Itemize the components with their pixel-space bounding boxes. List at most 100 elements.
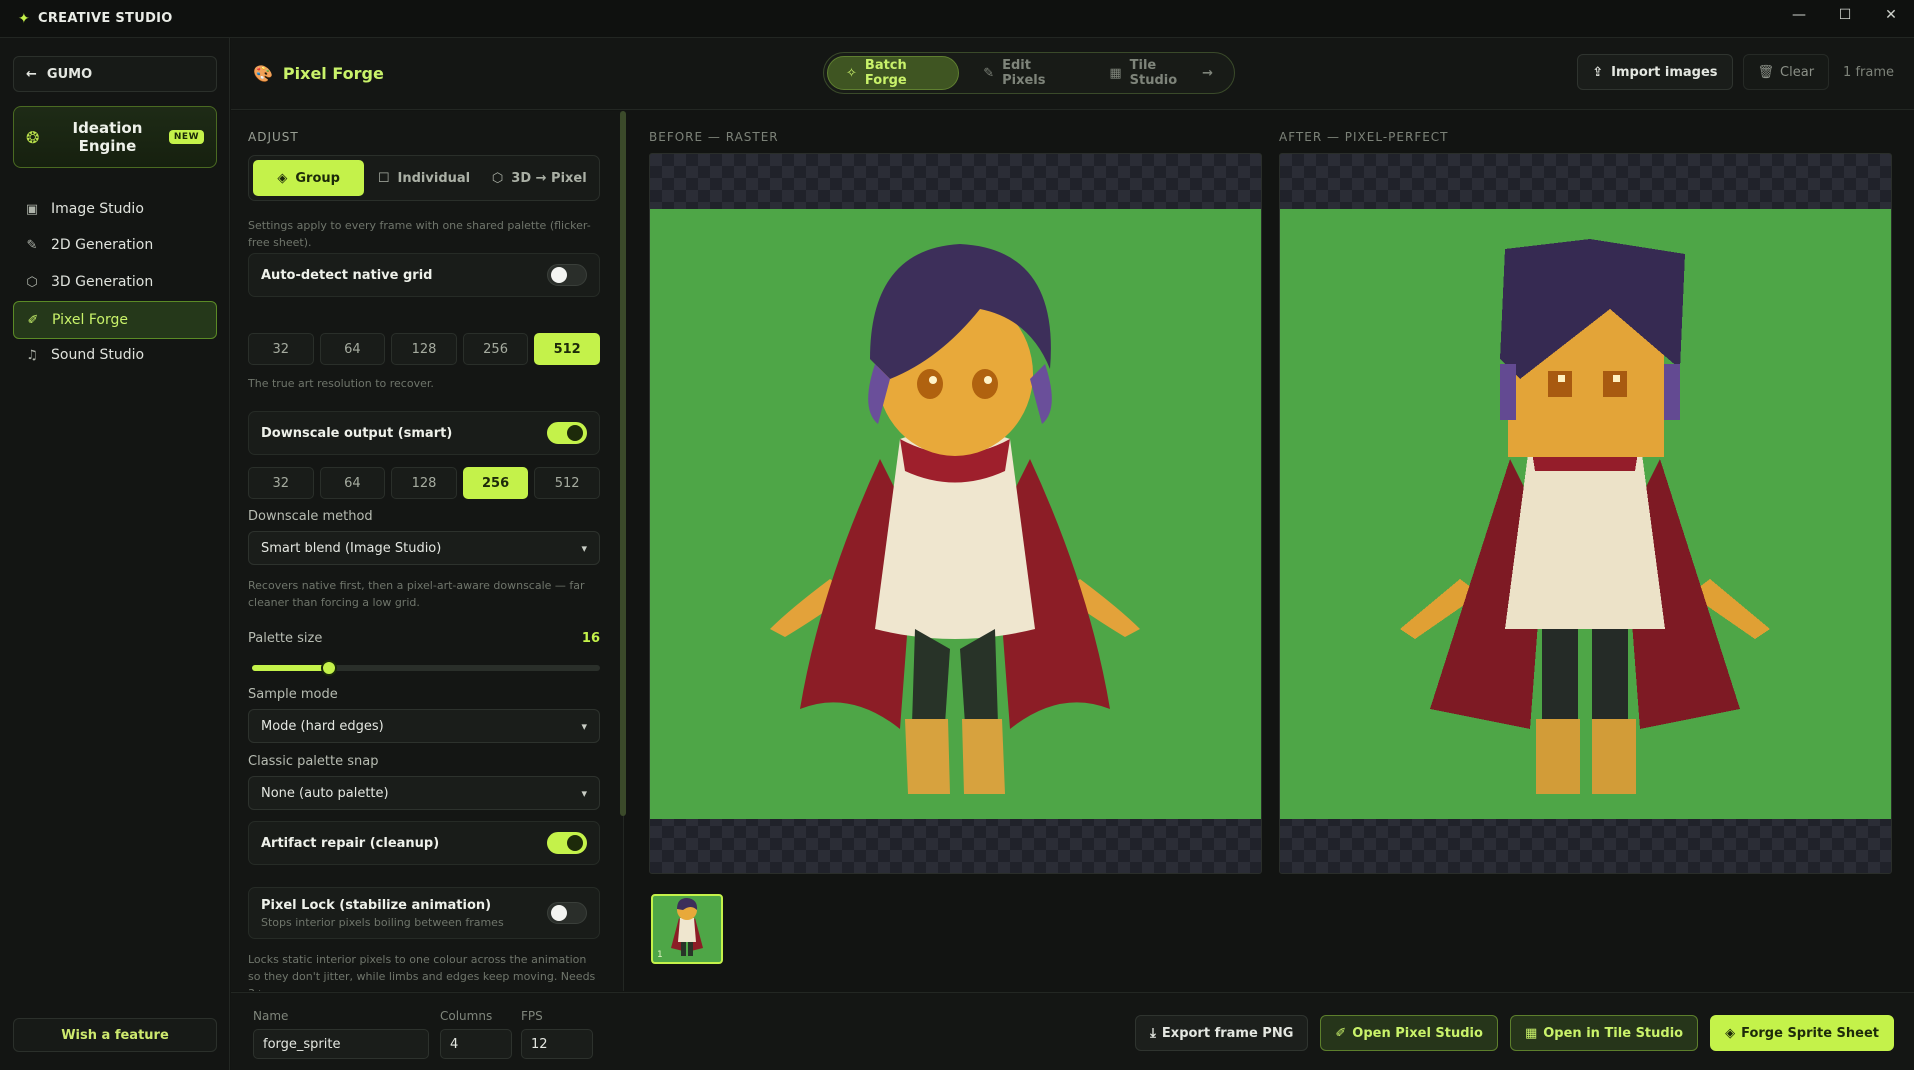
clear-button[interactable]: 🗑 Clear xyxy=(1742,54,1830,90)
sample-mode-select[interactable]: Mode (hard edges) ▾ xyxy=(248,709,600,743)
mode-individual[interactable]: ☐ Individual xyxy=(368,160,479,196)
adjust-mode-selector: ◈ Group ☐ Individual ⬡ 3D → Pixel xyxy=(248,155,600,201)
pixel-lock-toggle[interactable] xyxy=(547,902,587,924)
frame-thumbnail[interactable]: 1 xyxy=(651,894,723,964)
square-icon: ☐ xyxy=(377,170,390,186)
import-images-button[interactable]: ⇪ Import images xyxy=(1577,54,1733,90)
sidebar-item-image-studio[interactable]: ▣ Image Studio xyxy=(13,190,217,228)
wish-feature-button[interactable]: Wish a feature xyxy=(13,1018,217,1052)
ideation-engine-label: Ideation Engine xyxy=(72,119,143,155)
native-size-selector: 32 64 128 256 512 xyxy=(248,333,600,365)
frame-thumbnail-index: 1 xyxy=(657,950,663,960)
back-button-label: GUMO xyxy=(46,66,93,82)
tab-label: Batch Forge xyxy=(864,58,907,88)
sidebar-item-sound-studio[interactable]: ♫ Sound Studio xyxy=(13,336,217,374)
window-controls: — ☐ ✕ xyxy=(1776,0,1914,38)
downscale-size-32[interactable]: 32 xyxy=(248,467,314,499)
back-button[interactable]: ← GUMO xyxy=(13,56,217,92)
native-size-128[interactable]: 128 xyxy=(391,333,457,365)
columns-label: Columns xyxy=(440,1009,493,1023)
after-label: AFTER — PIXEL-PERFECT xyxy=(1279,130,1449,144)
after-image xyxy=(1280,209,1891,819)
downscale-method-select[interactable]: Smart blend (Image Studio) ▾ xyxy=(248,531,600,565)
after-canvas[interactable] xyxy=(1279,153,1892,874)
frame-count: 1 frame xyxy=(1843,64,1894,80)
native-size-512[interactable]: 512 xyxy=(534,333,600,365)
title-bar: ✦ CREATIVE STUDIO — ☐ ✕ xyxy=(0,0,1914,38)
native-size-256[interactable]: 256 xyxy=(462,333,529,365)
fps-input[interactable]: 12 xyxy=(521,1029,593,1059)
mode-3d-to-pixel[interactable]: ⬡ 3D → Pixel xyxy=(484,160,595,196)
brush-icon: ✐ xyxy=(27,312,39,328)
grid-icon: ▦ xyxy=(1524,1025,1538,1041)
artifact-repair-row: Artifact repair (cleanup) xyxy=(248,821,600,865)
adjust-section-label: ADJUST xyxy=(248,130,299,144)
chevron-down-icon: ▾ xyxy=(581,541,587,555)
tab-edit-pixels[interactable]: ✎ Edit Pixels xyxy=(965,56,1085,90)
palette-size-row: Palette size 16 xyxy=(248,631,600,677)
forge-sprite-sheet-label: Forge Sprite Sheet xyxy=(1741,1025,1879,1041)
adjust-panel: ADJUST ◈ Group ☐ Individual ⬡ 3D → Pixel… xyxy=(231,111,624,991)
native-size-32[interactable]: 32 xyxy=(248,333,314,365)
sparkle-icon: ✦ xyxy=(18,10,31,27)
auto-detect-row: Auto-detect native grid xyxy=(248,253,600,297)
palette-slider-thumb[interactable] xyxy=(320,660,337,676)
sidebar-item-2d-generation[interactable]: ✎ 2D Generation xyxy=(13,226,217,264)
palette-snap-select[interactable]: None (auto palette) ▾ xyxy=(248,776,600,810)
columns-input[interactable]: 4 xyxy=(440,1029,512,1059)
downscale-size-128[interactable]: 128 xyxy=(391,467,457,499)
export-bar: Name forge_sprite Columns 4 FPS 12 ⤓ Exp… xyxy=(231,992,1914,1070)
sample-mode-value: Mode (hard edges) xyxy=(261,718,384,734)
before-character-illustration xyxy=(770,244,1140,794)
after-character-illustration xyxy=(1400,239,1770,794)
palette-size-slider[interactable] xyxy=(252,660,600,676)
page-header: 🎨 Pixel Forge ✧ Batch Forge ✎ Edit Pixel… xyxy=(231,38,1914,110)
close-button[interactable]: ✕ xyxy=(1868,0,1914,30)
tab-label: Tile Studio xyxy=(1129,58,1178,88)
page-title-text: Pixel Forge xyxy=(282,64,384,83)
auto-detect-toggle[interactable] xyxy=(547,264,587,286)
downscale-size-64[interactable]: 64 xyxy=(319,467,386,499)
tab-tile-studio[interactable]: ▦ Tile Studio → xyxy=(1091,56,1231,90)
tab-batch-forge[interactable]: ✧ Batch Forge xyxy=(827,56,960,90)
open-pixel-studio-button[interactable]: ✐ Open Pixel Studio xyxy=(1320,1015,1498,1051)
layers-icon: ◈ xyxy=(1725,1025,1736,1041)
sidebar-item-pixel-forge[interactable]: ✐ Pixel Forge xyxy=(13,301,217,339)
pixel-lock-label: Pixel Lock (stabilize animation) xyxy=(261,897,492,913)
open-tile-studio-button[interactable]: ▦ Open in Tile Studio xyxy=(1509,1015,1699,1051)
before-canvas[interactable] xyxy=(649,153,1262,874)
native-help-text: The true art resolution to recover. xyxy=(248,377,434,390)
minimize-button[interactable]: — xyxy=(1776,0,1822,30)
downscale-toggle[interactable] xyxy=(547,422,587,444)
downscale-size-256[interactable]: 256 xyxy=(462,467,529,499)
ideation-engine-button[interactable]: ❂ Ideation Engine NEW xyxy=(13,106,217,168)
mode-group[interactable]: ◈ Group xyxy=(253,160,365,196)
sidebar: ← GUMO ❂ Ideation Engine NEW ▣ Image Stud… xyxy=(0,38,230,1070)
forge-sprite-sheet-button[interactable]: ◈ Forge Sprite Sheet xyxy=(1710,1015,1894,1051)
palette-size-label: Palette size xyxy=(248,631,323,646)
cube-icon: ⬡ xyxy=(26,274,38,290)
panel-scrollbar[interactable] xyxy=(620,111,626,816)
native-size-64[interactable]: 64 xyxy=(319,333,386,365)
chevron-down-icon: ▾ xyxy=(581,719,587,733)
brain-icon: ❂ xyxy=(26,127,40,147)
clear-label: Clear xyxy=(1780,64,1815,80)
name-input[interactable]: forge_sprite xyxy=(253,1029,429,1059)
pixel-lock-sub: Stops interior pixels boiling between fr… xyxy=(261,915,504,929)
pencil-icon: ✎ xyxy=(983,65,995,81)
palette-size-value: 16 xyxy=(581,631,600,646)
wand-icon: ✎ xyxy=(26,237,38,253)
artifact-repair-toggle[interactable] xyxy=(547,832,587,854)
sidebar-item-3d-generation[interactable]: ⬡ 3D Generation xyxy=(13,263,217,301)
downscale-method-value: Smart blend (Image Studio) xyxy=(261,540,442,556)
page-title: 🎨 Pixel Forge xyxy=(253,64,384,83)
trash-icon: 🗑 xyxy=(1757,64,1775,80)
downscale-size-512[interactable]: 512 xyxy=(534,467,600,499)
export-frame-png-button[interactable]: ⤓ Export frame PNG xyxy=(1135,1015,1309,1051)
brush-icon: ✐ xyxy=(1335,1025,1347,1041)
auto-detect-label: Auto-detect native grid xyxy=(261,267,433,283)
palette-snap-value: None (auto palette) xyxy=(261,785,389,801)
arrow-right-icon: → xyxy=(1202,65,1213,81)
maximize-button[interactable]: ☐ xyxy=(1822,0,1868,30)
before-label: BEFORE — RASTER xyxy=(649,130,779,144)
